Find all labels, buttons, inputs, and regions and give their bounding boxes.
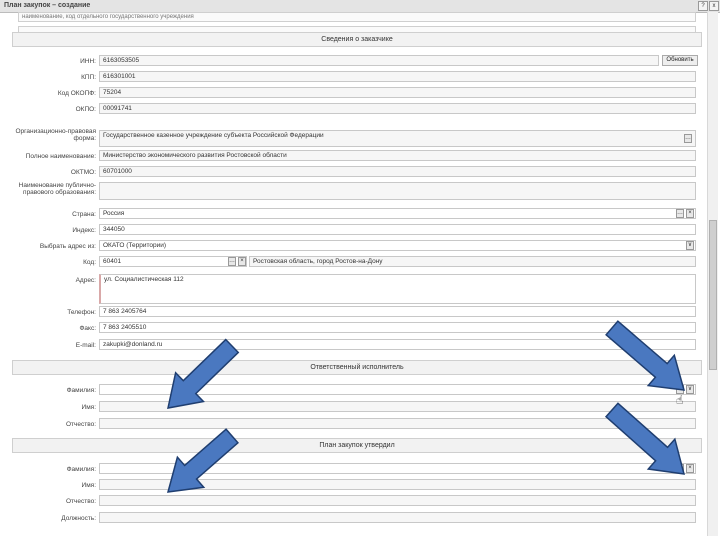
hand-cursor-icon: ☝ <box>676 393 683 407</box>
arrow-left-lower <box>166 428 239 493</box>
arrow-right-upper <box>605 320 686 391</box>
arrow-left-upper <box>167 338 240 409</box>
arrow-right-lower <box>604 402 686 475</box>
annotation-arrows: ☝ <box>166 320 686 493</box>
